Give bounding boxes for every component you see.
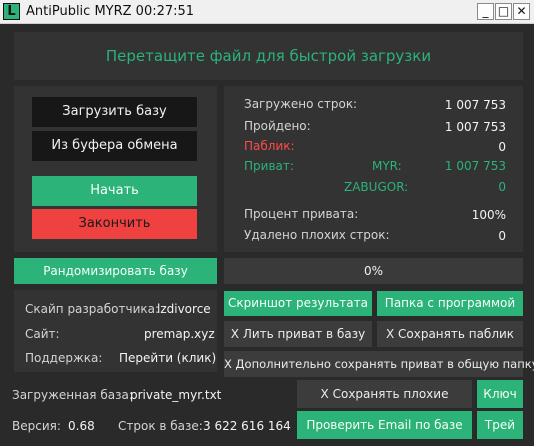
passed-label: Пройдено: xyxy=(244,119,311,133)
load-db-button[interactable]: Загрузить базу xyxy=(32,97,197,127)
randomize-button[interactable]: Рандомизировать базу xyxy=(14,258,217,284)
close-icon[interactable]: ✕ xyxy=(513,3,530,20)
pour-private-toggle[interactable]: X Лить приват в базу xyxy=(224,321,372,347)
clipboard-button[interactable]: Из буфера обмена xyxy=(32,131,197,161)
key-button[interactable]: Ключ xyxy=(477,380,523,408)
check-mark: X xyxy=(224,357,232,371)
removed-value: 0 xyxy=(498,229,506,243)
version-label: Версия: xyxy=(12,419,61,433)
finish-button[interactable]: Закончить xyxy=(32,209,197,239)
check-mark: X xyxy=(230,327,240,341)
check-mark: X xyxy=(385,327,395,341)
public-label: Паблик: xyxy=(244,139,295,153)
site-label: Сайт: xyxy=(25,327,60,341)
loaded-label: Загружено строк: xyxy=(244,97,358,111)
private-percent-value: 100% xyxy=(471,208,506,222)
dev-skype-value: lzdivorce xyxy=(157,302,211,316)
loaded-db-label: Загруженная база: xyxy=(12,388,133,402)
public-value: 0 xyxy=(498,140,506,154)
app-icon: L xyxy=(3,3,20,20)
zabugor-label: ZABUGOR: xyxy=(344,180,409,194)
site-link[interactable]: premap.xyz xyxy=(144,327,215,341)
file-drop-zone[interactable]: Перетащите файл для быстрой загрузки xyxy=(14,32,523,80)
check-email-button[interactable]: Проверить Email по базе xyxy=(297,411,472,439)
myr-label: MYR: xyxy=(372,159,402,173)
support-link[interactable]: Перейти (клик) xyxy=(119,351,216,365)
private-label: Приват: xyxy=(244,159,294,173)
window-title: AntiPublic MYRZ 00:27:51 xyxy=(26,4,195,19)
myr-value: 1 007 753 xyxy=(444,159,506,173)
minimize-icon[interactable]: _ xyxy=(477,3,494,20)
support-label: Поддержка: xyxy=(25,351,103,365)
removed-label: Удалено плохих строк: xyxy=(244,228,390,242)
private-percent-label: Процент привата: xyxy=(244,207,359,221)
progress-text: 0% xyxy=(363,264,384,278)
lines-value: 3 622 616 164 xyxy=(203,419,291,433)
lines-label: Строк в базе: xyxy=(118,419,203,433)
progress-bar: 0% xyxy=(224,258,523,284)
check-mark: X xyxy=(320,387,329,401)
pour-private-label: Лить приват в базу xyxy=(242,327,366,341)
passed-value: 1 007 753 xyxy=(444,120,506,134)
screenshot-button[interactable]: Скриншот результата xyxy=(224,291,372,316)
loaded-db-value: private_myr.txt xyxy=(130,388,222,402)
start-button[interactable]: Начать xyxy=(32,176,197,206)
save-private-common-label: Дополнительно сохранять приват в общую п… xyxy=(235,357,534,371)
loaded-value: 1 007 753 xyxy=(444,98,506,112)
program-folder-button[interactable]: Папка с программой xyxy=(377,291,523,316)
dev-skype-label: Скайп разработчика: xyxy=(25,302,160,316)
save-public-toggle[interactable]: X Сохранять паблик xyxy=(377,321,523,347)
maximize-icon[interactable]: □ xyxy=(495,3,512,20)
version-value: 0.68 xyxy=(68,419,95,433)
zabugor-value: 0 xyxy=(498,180,506,194)
save-bad-lines-toggle[interactable]: X Сохранять плохие строки xyxy=(297,380,472,429)
save-public-label: Сохранять паблик xyxy=(398,327,515,341)
tray-button[interactable]: Трей xyxy=(477,411,523,439)
save-private-common-toggle[interactable]: X Дополнительно сохранять приват в общую… xyxy=(224,351,534,377)
